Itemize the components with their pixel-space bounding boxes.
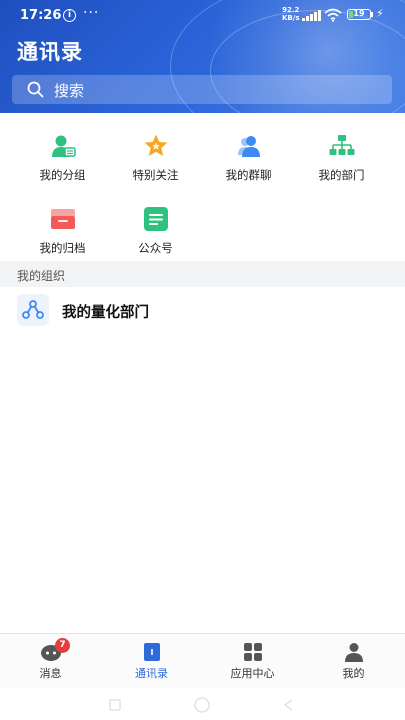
profile-icon xyxy=(345,643,363,662)
grid-item-my-department[interactable]: 我的部门 xyxy=(291,119,392,182)
info-icon: i xyxy=(63,9,76,22)
battery-level: 19 xyxy=(353,9,365,18)
section-title: 我的组织 xyxy=(17,269,66,283)
grid-item-group-chats[interactable]: 我的群聊 xyxy=(198,119,299,182)
grid-item-special-follow[interactable]: 特别关注 xyxy=(105,119,206,182)
org-label: 我的量化部门 xyxy=(62,305,149,321)
org-tree-icon xyxy=(22,300,44,319)
grid-item-label: 公众号 xyxy=(138,241,173,255)
grid-item-official-account[interactable]: 公众号 xyxy=(105,192,206,255)
status-time: 17:26 xyxy=(20,8,62,23)
charging-icon: ⚡ xyxy=(376,7,384,20)
tab-messages[interactable]: 7 消息 xyxy=(0,634,101,689)
department-icon xyxy=(329,135,355,155)
unread-badge: 7 xyxy=(55,638,70,653)
menu-nav-icon[interactable] xyxy=(108,698,122,712)
grid-item-label: 特别关注 xyxy=(132,168,179,182)
search-placeholder: 搜索 xyxy=(54,82,85,100)
network-speed-unit: KB/s xyxy=(282,14,300,22)
grid-item-label: 我的归档 xyxy=(39,241,86,255)
network-speed: 92.2 KB/s xyxy=(282,6,299,22)
grid-item-my-groups[interactable]: 我的分组 xyxy=(12,119,113,182)
tab-label: 通讯录 xyxy=(135,667,168,680)
group-icon xyxy=(52,135,76,157)
system-nav-bar xyxy=(0,688,405,720)
org-icon-box xyxy=(17,294,49,326)
more-dots-icon: ··· xyxy=(83,5,100,21)
tab-app-center[interactable]: 应用中心 xyxy=(202,634,303,689)
tab-label: 我的 xyxy=(342,667,365,680)
tab-contacts[interactable]: 通讯录 xyxy=(101,634,202,689)
battery-icon: 19 xyxy=(347,9,371,20)
star-icon xyxy=(144,134,168,156)
tab-profile[interactable]: 我的 xyxy=(303,634,404,689)
tab-label: 消息 xyxy=(39,667,62,680)
grid-item-label: 我的群聊 xyxy=(225,168,272,182)
header: 17:26 i ··· 92.2 KB/s 19 ⚡ 通讯录 搜索 xyxy=(0,0,405,113)
tab-label: 应用中心 xyxy=(230,667,275,680)
network-speed-value: 92.2 xyxy=(282,6,300,14)
home-nav-icon[interactable] xyxy=(193,696,211,714)
official-account-icon xyxy=(144,207,168,231)
group-chat-icon xyxy=(238,136,260,157)
contacts-icon xyxy=(144,643,160,661)
grid-item-my-archive[interactable]: 我的归档 xyxy=(12,192,113,255)
search-icon xyxy=(27,81,44,98)
bottom-tab-bar: 7 消息 通讯录 应用中心 我的 xyxy=(0,633,405,689)
grid-item-label: 我的分组 xyxy=(39,168,86,182)
page-title: 通讯录 xyxy=(17,40,83,64)
battery-cap xyxy=(371,12,373,17)
section-header: 我的组织 xyxy=(0,261,405,287)
grid-item-label: 我的部门 xyxy=(318,168,365,182)
apps-icon xyxy=(244,643,262,661)
archive-icon xyxy=(51,209,75,229)
org-item[interactable]: 我的量化部门 xyxy=(0,290,405,332)
search-bar[interactable]: 搜索 xyxy=(12,75,392,104)
back-nav-icon[interactable] xyxy=(282,698,296,712)
status-bar: 17:26 i ··· 92.2 KB/s 19 ⚡ xyxy=(0,0,405,32)
function-grid: 我的分组 特别关注 我的群聊 我的部门 我的归档 公众号 xyxy=(0,113,405,260)
signal-icon xyxy=(302,10,321,21)
wifi-icon xyxy=(324,8,342,22)
